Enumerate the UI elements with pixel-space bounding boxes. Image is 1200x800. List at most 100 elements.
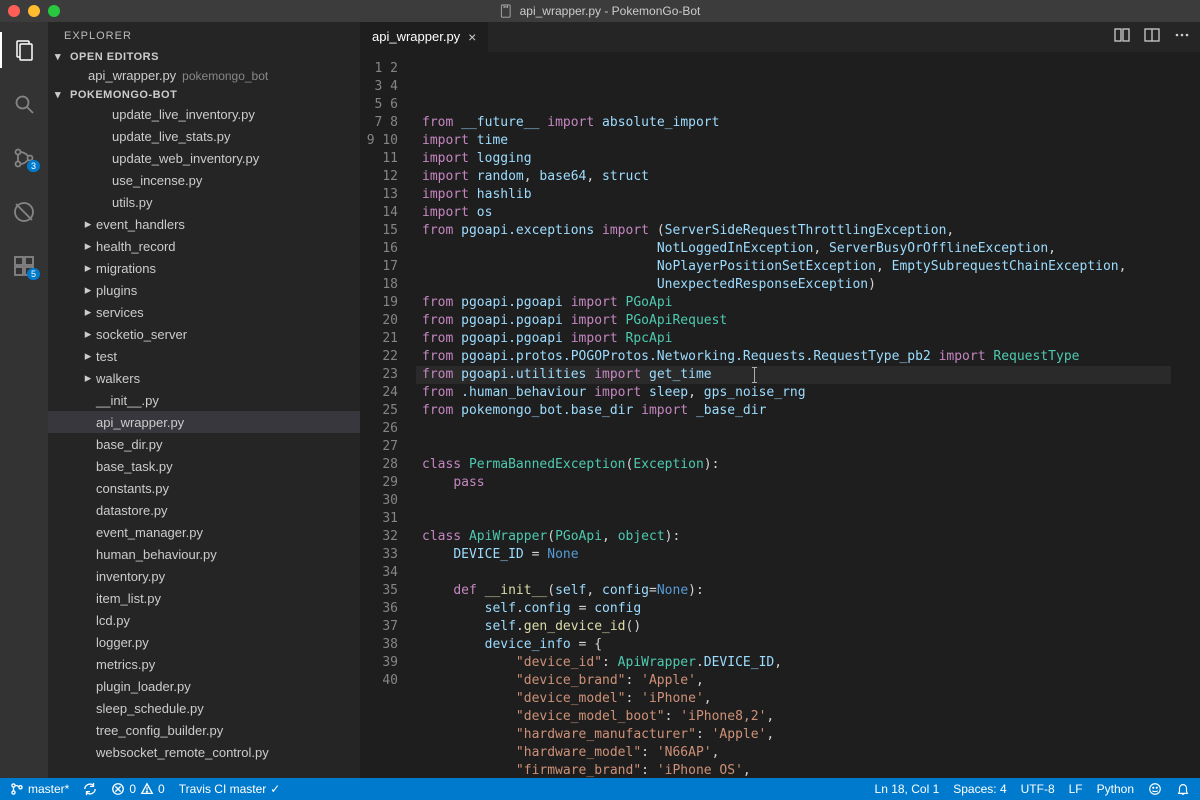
tree-item-label: metrics.py [96, 657, 155, 672]
tree-item-label: base_dir.py [96, 437, 163, 452]
tree-file[interactable]: base_task.py [48, 455, 360, 477]
explorer-sidebar: EXPLORER ▾ OPEN EDITORS api_wrapper.py p… [48, 22, 360, 778]
tree-item-label: datastore.py [96, 503, 168, 518]
folder-name-label: POKEMONGO-BOT [70, 89, 177, 101]
tree-file[interactable]: use_incense.py [48, 169, 360, 191]
status-feedback[interactable] [1148, 782, 1162, 796]
tree-item-label: inventory.py [96, 569, 165, 584]
tree-file[interactable]: datastore.py [48, 499, 360, 521]
minimap[interactable] [1186, 52, 1200, 778]
chevron-right-icon: ▸ [80, 326, 96, 342]
file-tree[interactable]: update_live_inventory.py update_live_stat… [48, 103, 360, 778]
line-gutter: 1 2 3 4 5 6 7 8 9 10 11 12 13 14 15 16 1… [360, 52, 416, 778]
tree-item-label: tree_config_builder.py [96, 723, 223, 738]
status-encoding[interactable]: UTF-8 [1021, 782, 1055, 796]
tree-folder[interactable]: ▸walkers [48, 367, 360, 389]
close-window-button[interactable] [8, 5, 20, 17]
activity-explorer[interactable] [0, 32, 48, 68]
git-branch-icon [10, 782, 24, 796]
status-branch[interactable]: master* [10, 782, 69, 796]
minimize-window-button[interactable] [28, 5, 40, 17]
tree-folder[interactable]: ▸event_handlers [48, 213, 360, 235]
activity-search[interactable] [0, 86, 48, 122]
tree-file[interactable]: sleep_schedule.py [48, 697, 360, 719]
tree-file[interactable]: tree_config_builder.py [48, 719, 360, 741]
tree-folder[interactable]: ▸health_record [48, 235, 360, 257]
tree-file[interactable]: logger.py [48, 631, 360, 653]
chevron-right-icon: ▸ [80, 304, 96, 320]
tree-file[interactable]: __init__.py [48, 389, 360, 411]
scm-badge: 3 [27, 160, 40, 172]
activity-debug[interactable] [0, 194, 48, 230]
tree-file[interactable]: update_live_stats.py [48, 125, 360, 147]
close-icon[interactable]: × [468, 29, 476, 45]
tree-folder[interactable]: ▸test [48, 345, 360, 367]
tree-item-label: api_wrapper.py [96, 415, 184, 430]
activity-source-control[interactable]: 3 [0, 140, 48, 176]
tree-file[interactable]: websocket_remote_control.py [48, 741, 360, 763]
check-icon: ✓ [270, 782, 280, 796]
sidebar-title: EXPLORER [48, 22, 360, 48]
status-ci[interactable]: Travis CI master ✓ [179, 782, 281, 796]
tab-label: api_wrapper.py [372, 29, 460, 44]
code-editor[interactable]: 1 2 3 4 5 6 7 8 9 10 11 12 13 14 15 16 1… [360, 52, 1200, 778]
extensions-badge: 5 [27, 268, 40, 280]
compare-icon[interactable] [1114, 27, 1130, 46]
tree-folder[interactable]: ▸services [48, 301, 360, 323]
tree-folder[interactable]: ▸plugins [48, 279, 360, 301]
tree-file[interactable]: api_wrapper.py [48, 411, 360, 433]
tree-file[interactable]: metrics.py [48, 653, 360, 675]
activity-extensions[interactable]: 5 [0, 248, 48, 284]
sync-icon [83, 782, 97, 796]
tree-file[interactable]: human_behaviour.py [48, 543, 360, 565]
status-eol[interactable]: LF [1069, 782, 1083, 796]
tree-file[interactable]: lcd.py [48, 609, 360, 631]
split-editor-icon[interactable] [1144, 27, 1160, 46]
tree-item-label: use_incense.py [112, 173, 202, 188]
status-lncol[interactable]: Ln 18, Col 1 [875, 782, 940, 796]
tree-file[interactable]: update_web_inventory.py [48, 147, 360, 169]
open-editor-item[interactable]: api_wrapper.py pokemongo_bot [48, 65, 360, 86]
status-language[interactable]: Python [1097, 782, 1134, 796]
tree-item-label: event_handlers [96, 217, 185, 232]
tree-folder[interactable]: ▸socketio_server [48, 323, 360, 345]
status-spaces[interactable]: Spaces: 4 [953, 782, 1006, 796]
text-cursor-icon [754, 367, 755, 383]
folder-header[interactable]: ▾ POKEMONGO-BOT [48, 86, 360, 103]
tree-item-label: health_record [96, 239, 176, 254]
tree-file[interactable]: utils.py [48, 191, 360, 213]
tree-item-label: migrations [96, 261, 156, 276]
status-problems[interactable]: 0 0 [111, 782, 164, 796]
bell-icon [1176, 782, 1190, 796]
tree-file[interactable]: update_live_inventory.py [48, 103, 360, 125]
tree-file[interactable]: base_dir.py [48, 433, 360, 455]
warning-icon [140, 782, 154, 796]
status-sync[interactable] [83, 782, 97, 796]
open-editors-header[interactable]: ▾ OPEN EDITORS [48, 48, 360, 65]
tree-item-label: item_list.py [96, 591, 161, 606]
tree-item-label: websocket_remote_control.py [96, 745, 269, 760]
status-notifications[interactable] [1176, 782, 1190, 796]
tree-file[interactable]: plugin_loader.py [48, 675, 360, 697]
tree-item-label: lcd.py [96, 613, 130, 628]
more-icon[interactable] [1174, 27, 1190, 46]
chevron-right-icon: ▸ [80, 216, 96, 232]
tree-item-label: test [96, 349, 117, 364]
tree-file[interactable]: item_list.py [48, 587, 360, 609]
chevron-right-icon: ▸ [80, 238, 96, 254]
tree-item-label: __init__.py [96, 393, 159, 408]
tree-item-label: update_live_inventory.py [112, 107, 255, 122]
tree-item-label: base_task.py [96, 459, 173, 474]
maximize-window-button[interactable] [48, 5, 60, 17]
tree-folder[interactable]: ▸migrations [48, 257, 360, 279]
editor-tabs: api_wrapper.py × [360, 22, 1200, 52]
tree-file[interactable]: inventory.py [48, 565, 360, 587]
tree-file[interactable]: constants.py [48, 477, 360, 499]
open-editors-label: OPEN EDITORS [70, 51, 159, 63]
tree-item-label: logger.py [96, 635, 149, 650]
chevron-right-icon: ▸ [80, 260, 96, 276]
tree-item-label: walkers [96, 371, 140, 386]
tree-file[interactable]: event_manager.py [48, 521, 360, 543]
tab-api-wrapper[interactable]: api_wrapper.py × [360, 22, 489, 52]
chevron-down-icon: ▾ [50, 88, 66, 101]
